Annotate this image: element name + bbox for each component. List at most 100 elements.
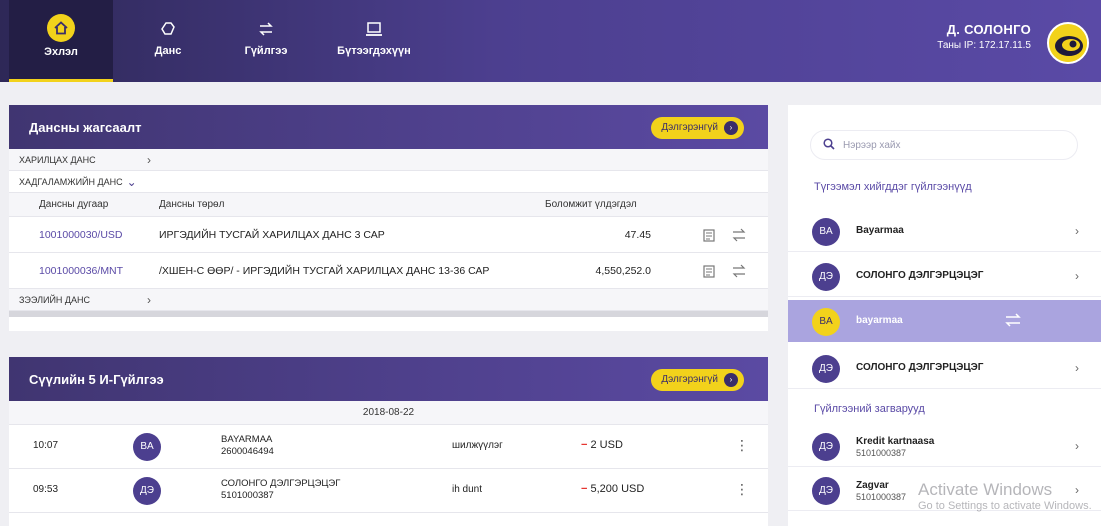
- chevron-down-icon: ⌄: [126, 174, 137, 189]
- nav-products-label: Бүтээгдэхүүн: [337, 45, 411, 57]
- avatar: ДЭ: [812, 433, 840, 461]
- frequent-contact[interactable]: ДЭ СОЛОНГО ДЭЛГЭРЦЭЦЭГ ›: [788, 257, 1101, 297]
- transactions-more-label: Дэлгэрэнгүй: [661, 374, 718, 385]
- statement-icon[interactable]: [703, 253, 715, 289]
- account-number[interactable]: 1001000036/MNT: [39, 253, 123, 289]
- transaction-party: СОЛОНГО ДЭЛГЭРЦЭЦЭГ 5101000387: [221, 478, 340, 502]
- transaction-amount: − 5,200 USD: [581, 483, 644, 495]
- table-row[interactable]: 1001000036/MNT /ХШЕН-С ӨӨР/ - ИРГЭДИЙН Т…: [9, 253, 768, 289]
- category-loan-account[interactable]: ЗЭЭЛИЙН ДАНС ›: [9, 289, 768, 311]
- nav-transactions[interactable]: Гүйлгээ: [226, 0, 306, 82]
- transactions-panel: Сүүлийн 5 И-Гүйлгээ Дэлгэрэнгүй › 2018-0…: [9, 357, 768, 526]
- col-account-number: Дансны дугаар: [39, 199, 109, 210]
- bank-logo-icon[interactable]: [1047, 22, 1089, 64]
- right-sidebar: Нэрээр хайх Түгээмэл хийгддэг гүйлгээнүү…: [788, 105, 1101, 526]
- transactions-more-button[interactable]: Дэлгэрэнгүй ›: [651, 369, 744, 391]
- account-balance: 47.45: [624, 229, 651, 241]
- avatar: ДЭ: [812, 355, 840, 383]
- category-savings-label: ХАДГАЛАМЖИЙН ДАНС: [19, 176, 123, 187]
- more-vertical-icon[interactable]: ⋮: [735, 437, 749, 454]
- avatar: ДЭ: [133, 477, 161, 505]
- piggy-bank-icon: [128, 20, 208, 41]
- transfer-icon[interactable]: [1004, 312, 1022, 333]
- transaction-party: BAYARMAA 2600046494: [221, 434, 274, 458]
- account-balance: 4,550,252.0: [595, 265, 651, 277]
- party-name: СОЛОНГО ДЭЛГЭРЦЭЦЭГ: [221, 478, 341, 489]
- nav-home-label: Эхлэл: [44, 46, 78, 58]
- frequent-contact[interactable]: BA Bayarmaa ›: [788, 212, 1101, 252]
- chevron-right-icon: ›: [1075, 439, 1079, 453]
- chevron-right-icon: ›: [1075, 269, 1079, 283]
- template-account: 5101000387: [856, 448, 907, 458]
- transfer-icon: [226, 20, 306, 41]
- transaction-row[interactable]: 09:53 ДЭ СОЛОНГО ДЭЛГЭРЦЭЦЭГ 5101000387 …: [9, 469, 768, 513]
- amount-sign: −: [581, 439, 588, 451]
- chevron-right-icon: ›: [147, 152, 151, 167]
- transactions-title: Сүүлийн 5 И-Гүйлгээ: [29, 371, 164, 387]
- user-name: Д. СОЛОНГО: [946, 22, 1031, 37]
- avatar: BA: [812, 308, 840, 336]
- avatar: BA: [812, 218, 840, 246]
- category-current-account[interactable]: ХАРИЛЦАХ ДАНС ›: [9, 149, 768, 171]
- activation-watermark-sub: Go to Settings to activate Windows.: [918, 500, 1092, 512]
- transaction-row[interactable]: 10:07 BA BAYARMAA 2600046494 шилжүүлэг −…: [9, 425, 768, 469]
- account-type: /ХШЕН-С ӨӨР/ - ИРГЭДИЙН ТУСГАЙ ХАРИЛЦАХ …: [159, 265, 490, 277]
- nav-home[interactable]: Эхлэл: [9, 0, 113, 82]
- party-account: 2600046494: [221, 446, 274, 457]
- transaction-time: 09:53: [33, 484, 59, 495]
- transfer-icon[interactable]: [731, 217, 747, 253]
- user-ip: Таны IP: 172.17.11.5: [937, 40, 1031, 51]
- chevron-right-icon: ›: [1075, 224, 1079, 238]
- templates-title: Гүйлгээний загварууд: [814, 403, 925, 415]
- party-account: 5101000387: [221, 490, 274, 501]
- frequent-title: Түгээмэл хийгддэг гүйлгээнүүд: [814, 181, 972, 193]
- search-icon: [823, 137, 835, 153]
- accounts-table-header: Дансны дугаар Дансны төрөл Боломжит үлдэ…: [9, 193, 768, 217]
- avatar: BA: [133, 433, 161, 461]
- statement-icon[interactable]: [703, 217, 715, 253]
- contact-name: bayarmaa: [856, 315, 903, 326]
- transactions-header: Сүүлийн 5 И-Гүйлгээ Дэлгэрэнгүй ›: [9, 357, 768, 401]
- transaction-description: ih dunt: [452, 484, 483, 495]
- horizontal-scrollbar[interactable]: [9, 311, 768, 317]
- accounts-more-button[interactable]: Дэлгэрэнгүй ›: [651, 117, 744, 139]
- nav-accounts-label: Данс: [154, 45, 182, 57]
- table-row[interactable]: 1001000030/USD ИРГЭДИЙН ТУСГАЙ ХАРИЛЦАХ …: [9, 217, 768, 253]
- accounts-header: Дансны жагсаалт Дэлгэрэнгүй ›: [9, 105, 768, 149]
- more-vertical-icon[interactable]: ⋮: [735, 481, 749, 498]
- category-loan-label: ЗЭЭЛИЙН ДАНС: [19, 294, 91, 305]
- contact-name: Bayarmaa: [856, 225, 904, 236]
- frequent-contact[interactable]: ДЭ СОЛОНГО ДЭЛГЭРЦЭЦЭГ ›: [788, 349, 1101, 389]
- search-placeholder: Нэрээр хайх: [843, 139, 901, 151]
- transaction-date: 2018-08-22: [9, 401, 768, 425]
- chevron-right-icon: ›: [147, 292, 151, 307]
- category-current-label: ХАРИЛЦАХ ДАНС: [19, 154, 96, 165]
- frequent-contact-selected[interactable]: BA bayarmaa: [788, 300, 1101, 342]
- transaction-description: шилжүүлэг: [452, 440, 503, 451]
- chevron-right-icon: ›: [1075, 361, 1079, 375]
- chevron-right-icon: ›: [724, 121, 738, 135]
- transaction-amount: − 2 USD: [581, 439, 623, 451]
- amount-value: 2 USD: [590, 439, 623, 451]
- account-type: ИРГЭДИЙН ТУСГАЙ ХАРИЛЦАХ ДАНС 3 САР: [159, 229, 385, 241]
- transfer-icon[interactable]: [731, 253, 747, 289]
- transaction-time: 10:07: [33, 440, 59, 451]
- chevron-right-icon: ›: [1075, 483, 1079, 497]
- avatar: ДЭ: [812, 477, 840, 505]
- top-navigation: Эхлэл Данс Гүйлгээ Бүтээгдэхүүн Д. СОЛОН…: [0, 0, 1101, 82]
- nav-products[interactable]: Бүтээгдэхүүн: [322, 0, 426, 82]
- category-savings-account[interactable]: ХАДГАЛАМЖИЙН ДАНС ⌄: [9, 171, 768, 193]
- nav-accounts[interactable]: Данс: [128, 0, 208, 82]
- amount-value: 5,200 USD: [590, 483, 645, 495]
- nav-transactions-label: Гүйлгээ: [244, 45, 288, 57]
- search-input[interactable]: Нэрээр хайх: [810, 130, 1078, 160]
- template-item[interactable]: ДЭ Kredit kartnaasa 5101000387 ›: [788, 427, 1101, 467]
- col-account-type: Дансны төрөл: [159, 199, 225, 210]
- amount-sign: −: [581, 483, 588, 495]
- party-name: BAYARMAA: [221, 434, 273, 445]
- account-number[interactable]: 1001000030/USD: [39, 217, 122, 253]
- activation-watermark: Activate Windows: [918, 480, 1053, 499]
- laptop-icon: [322, 20, 426, 41]
- template-account: 5101000387: [856, 492, 907, 502]
- accounts-panel: Дансны жагсаалт Дэлгэрэнгүй › ХАРИЛЦАХ Д…: [9, 105, 768, 331]
